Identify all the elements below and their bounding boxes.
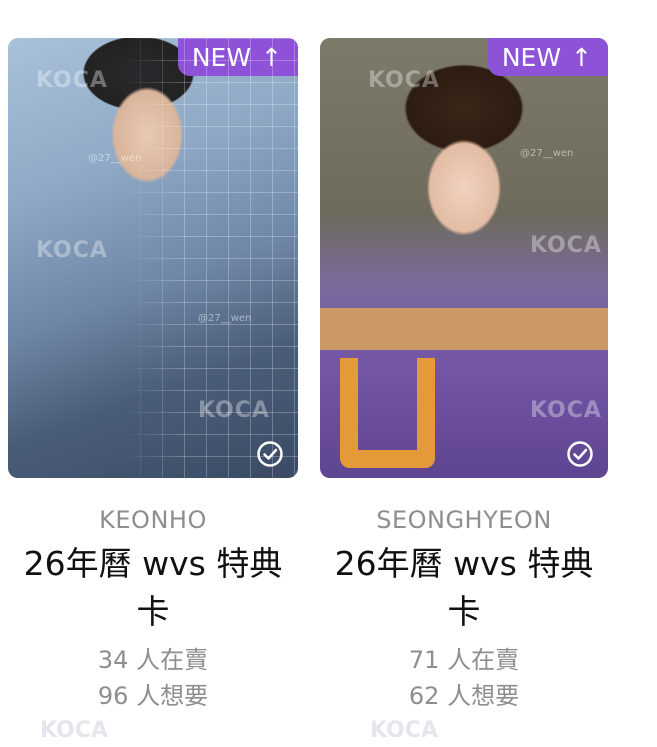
wanting-count: 62 人想要: [408, 682, 520, 710]
watermark-text: KOCA: [530, 398, 602, 423]
watermark-user: @27__wen: [88, 153, 142, 164]
watermark-text: KOCA: [530, 233, 602, 258]
check-circle-icon[interactable]: [566, 440, 594, 468]
badge-label: NEW: [191, 42, 252, 72]
member-name: KEONHO: [99, 506, 207, 534]
new-badge: NEW ↑: [177, 38, 298, 76]
card-stats: 34 人在賣 96 人想要: [8, 642, 298, 714]
photocard-item-seonghyeon[interactable]: KOCA KOCA KOCA @27__wen NEW ↑ SEONGHYEON…: [320, 38, 608, 714]
shirt-letter: [340, 358, 435, 468]
arrow-up-icon: ↑: [571, 42, 592, 72]
watermark-user: @27__wen: [198, 313, 252, 324]
badge-label: NEW: [501, 42, 562, 72]
arrow-up-icon: ↑: [261, 42, 282, 72]
photocard-image[interactable]: KOCA KOCA KOCA @27__wen @27__wen NEW ↑: [8, 38, 298, 478]
check-circle-icon[interactable]: [256, 440, 284, 468]
watermark-user: @27__wen: [520, 148, 574, 159]
watermark-text: KOCA: [36, 238, 108, 263]
card-title[interactable]: 26年曆 wvs 特典卡: [8, 540, 298, 636]
new-badge: NEW ↑: [487, 38, 608, 76]
photocard-image[interactable]: KOCA KOCA KOCA @27__wen NEW ↑: [320, 38, 608, 478]
member-name: SEONGHYEON: [376, 506, 552, 534]
card-stats: 71 人在賣 62 人想要: [320, 642, 608, 714]
watermark-text: KOCA: [370, 718, 438, 743]
card-title[interactable]: 26年曆 wvs 特典卡: [320, 540, 608, 636]
selling-count: 34 人在賣: [97, 646, 209, 674]
wanting-count: 96 人想要: [97, 682, 209, 710]
photocard-item-keonho[interactable]: KOCA KOCA KOCA @27__wen @27__wen NEW ↑ K…: [8, 38, 298, 714]
watermark-text: KOCA: [368, 68, 440, 93]
watermark-text: KOCA: [36, 68, 108, 93]
shirt-stripe: [320, 308, 608, 350]
watermark-text: KOCA: [198, 398, 270, 423]
watermark-text: KOCA: [40, 718, 108, 743]
selling-count: 71 人在賣: [408, 646, 520, 674]
